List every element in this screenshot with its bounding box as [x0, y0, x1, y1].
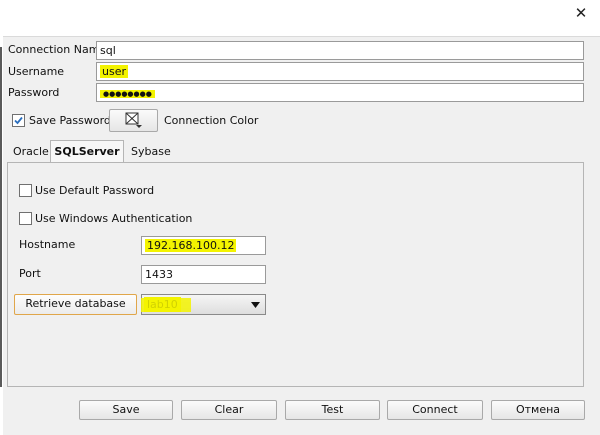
hostname-label: Hostname — [19, 238, 76, 251]
hostname-input[interactable]: 192.168.100.12 — [141, 236, 266, 255]
connect-button[interactable]: Connect — [387, 400, 483, 420]
password-input[interactable]: ●●●●●●●● — [96, 83, 584, 102]
test-button[interactable]: Test — [285, 400, 380, 420]
port-input[interactable]: 1433 — [141, 265, 266, 284]
default-password-label: Use Default Password — [35, 184, 155, 197]
checkmark-icon — [14, 116, 23, 125]
color-picker-icon — [125, 112, 142, 128]
connection-name-input[interactable]: sql — [96, 41, 584, 60]
save-button[interactable]: Save — [79, 400, 173, 420]
tab-oracle[interactable]: Oracle — [13, 145, 49, 158]
chevron-down-icon — [251, 302, 260, 308]
highlight-stroke — [141, 298, 191, 312]
password-label: Password — [8, 86, 60, 99]
clear-button[interactable]: Clear — [181, 400, 277, 420]
port-label: Port — [19, 267, 41, 280]
default-password-checkbox[interactable] — [19, 184, 32, 197]
windows-auth-checkbox[interactable] — [19, 212, 32, 225]
save-password-label: Save Password — [29, 114, 111, 127]
close-button[interactable]: ✕ — [570, 4, 592, 22]
username-input[interactable]: user — [96, 62, 584, 81]
connection-color-label: Connection Color — [164, 114, 259, 127]
windows-auth-label: Use Windows Authentication — [35, 212, 193, 225]
tab-sqlserver[interactable]: SQLServer — [50, 140, 124, 163]
cancel-button[interactable]: Отмена — [491, 400, 585, 420]
username-label: Username — [8, 65, 65, 78]
tab-sybase[interactable]: Sybase — [131, 145, 171, 158]
save-password-checkbox[interactable] — [12, 114, 25, 127]
connection-name-label: Connection Name — [8, 43, 107, 56]
left-window-edge — [0, 47, 2, 387]
connection-color-button[interactable] — [109, 109, 158, 132]
retrieve-database-button[interactable]: Retrieve database — [14, 294, 137, 315]
